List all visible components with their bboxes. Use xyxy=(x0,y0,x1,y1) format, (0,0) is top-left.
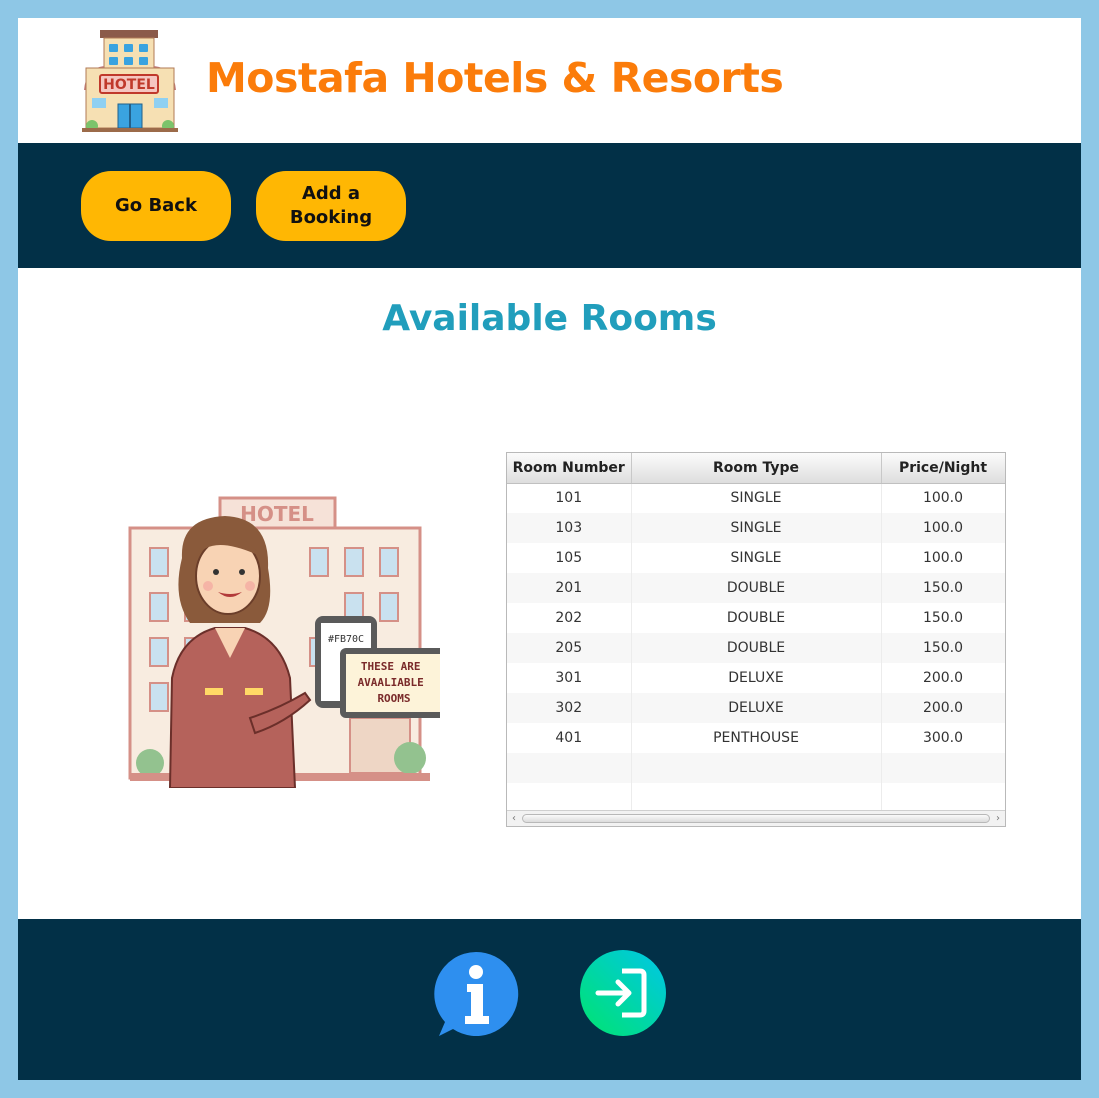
scroll-right-icon[interactable]: › xyxy=(991,811,1005,826)
cell-room-type: DELUXE xyxy=(631,693,882,723)
footer xyxy=(18,919,1081,1080)
table-row[interactable]: 205 DOUBLE 150.0 xyxy=(507,633,1005,663)
app-window: HOTEL Mostafa Hotels & Resorts Go Back A… xyxy=(18,18,1081,1080)
table-row[interactable]: 202 DOUBLE 150.0 xyxy=(507,603,1005,633)
column-header-price-night[interactable]: Price/Night xyxy=(881,453,1005,484)
cell-room-number: 401 xyxy=(507,723,632,753)
hotel-logo-icon: HOTEL xyxy=(82,30,178,132)
empty-cell xyxy=(631,783,882,813)
cell-price-night: 150.0 xyxy=(881,573,1005,603)
cell-price-night: 100.0 xyxy=(881,483,1005,513)
table-row[interactable]: 103 SINGLE 100.0 xyxy=(507,513,1005,543)
cell-room-number: 205 xyxy=(507,633,632,663)
cell-price-night: 200.0 xyxy=(881,693,1005,723)
scrollbar-thumb[interactable] xyxy=(522,814,990,823)
table-header-row: Room Number Room Type Price/Night xyxy=(507,453,1005,484)
column-header-room-number[interactable]: Room Number xyxy=(507,453,632,484)
cell-room-type: DOUBLE xyxy=(631,573,882,603)
cell-room-number: 301 xyxy=(507,663,632,693)
horizontal-scrollbar[interactable]: ‹ › xyxy=(507,810,1005,826)
empty-cell xyxy=(507,753,632,783)
cell-room-type: SINGLE xyxy=(631,483,882,513)
table-row[interactable]: 201 DOUBLE 150.0 xyxy=(507,573,1005,603)
empty-cell xyxy=(507,783,632,813)
empty-cell xyxy=(881,753,1005,783)
navbar: Go Back Add a Booking xyxy=(18,143,1081,268)
building-sign-text: HOTEL xyxy=(240,502,314,526)
cell-price-night: 100.0 xyxy=(881,513,1005,543)
cell-room-number: 101 xyxy=(507,483,632,513)
table-row[interactable]: 401 PENTHOUSE 300.0 xyxy=(507,723,1005,753)
cell-room-number: 202 xyxy=(507,603,632,633)
rooms-table[interactable]: Room Number Room Type Price/Night 101 SIN… xyxy=(506,452,1006,827)
receptionist-illustration: HOTEL #FB70C THESE ARE AVAALIABLE ROOMS xyxy=(128,496,440,788)
table-row[interactable]: 302 DELUXE 200.0 xyxy=(507,693,1005,723)
app-title: Mostafa Hotels & Resorts xyxy=(206,54,784,102)
cell-room-number: 201 xyxy=(507,573,632,603)
cell-price-night: 200.0 xyxy=(881,663,1005,693)
empty-cell xyxy=(631,753,882,783)
page-title: Available Rooms xyxy=(382,298,717,339)
empty-table-row xyxy=(507,753,1005,783)
cell-price-night: 150.0 xyxy=(881,633,1005,663)
table-row[interactable]: 105 SINGLE 100.0 xyxy=(507,543,1005,573)
cell-room-type: SINGLE xyxy=(631,513,882,543)
tablet-code-text: #FB70C xyxy=(328,634,364,645)
cell-room-type: DOUBLE xyxy=(631,633,882,663)
logout-icon[interactable] xyxy=(578,949,668,1037)
cell-price-night: 100.0 xyxy=(881,543,1005,573)
cell-room-number: 105 xyxy=(507,543,632,573)
empty-cell xyxy=(881,783,1005,813)
cell-room-type: DOUBLE xyxy=(631,603,882,633)
cell-price-night: 150.0 xyxy=(881,603,1005,633)
cell-room-type: DELUXE xyxy=(631,663,882,693)
cell-room-number: 302 xyxy=(507,693,632,723)
cell-room-type: PENTHOUSE xyxy=(631,723,882,753)
go-back-button[interactable]: Go Back xyxy=(81,171,231,241)
empty-table-row xyxy=(507,783,1005,813)
header: HOTEL Mostafa Hotels & Resorts xyxy=(18,18,1081,143)
add-booking-button[interactable]: Add a Booking xyxy=(256,171,406,241)
scroll-left-icon[interactable]: ‹ xyxy=(507,811,521,826)
logo-sign-text: HOTEL xyxy=(103,77,155,93)
cell-room-type: SINGLE xyxy=(631,543,882,573)
cell-room-number: 103 xyxy=(507,513,632,543)
cell-price-night: 300.0 xyxy=(881,723,1005,753)
column-header-room-type[interactable]: Room Type xyxy=(631,453,882,484)
info-icon[interactable] xyxy=(431,950,521,1038)
table-row[interactable]: 301 DELUXE 200.0 xyxy=(507,663,1005,693)
table-row[interactable]: 101 SINGLE 100.0 xyxy=(507,483,1005,513)
